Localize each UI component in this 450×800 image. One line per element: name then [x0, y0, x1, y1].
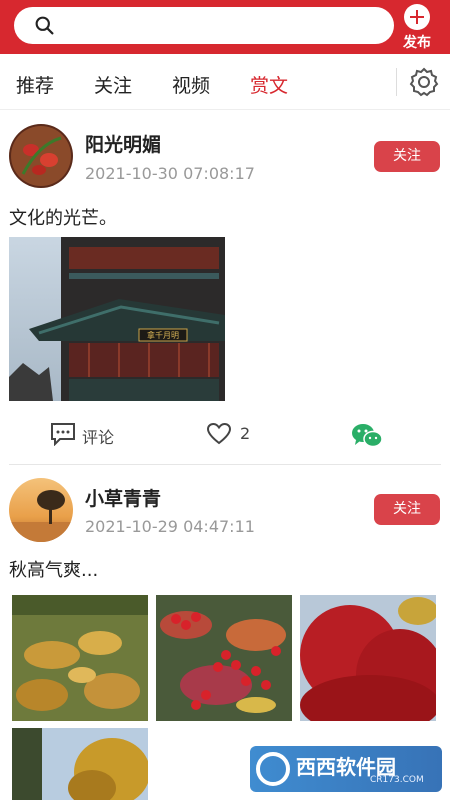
plaque-text: 拿千月明 [147, 330, 179, 340]
avatar[interactable] [9, 478, 73, 542]
divider [9, 464, 441, 465]
post-photo[interactable] [12, 595, 148, 721]
username[interactable]: 阳光明媚 [85, 130, 161, 157]
watermark-icon [256, 752, 290, 786]
post-card: 阳光明媚 2021-10-30 07:08:17 关注 文化的光芒。 拿千月明 [0, 110, 450, 466]
post-text: 秋高气爽... [9, 560, 99, 581]
post-photo[interactable]: 拿千月明 [9, 237, 225, 401]
username[interactable]: 小草青青 [85, 484, 161, 511]
post-photo[interactable] [12, 728, 148, 800]
tab-video[interactable]: 视频 [172, 71, 210, 98]
search-input[interactable] [14, 7, 394, 44]
comment-button[interactable]: 评论 [50, 422, 130, 450]
heart-icon [206, 422, 232, 445]
follow-button[interactable]: 关注 [374, 494, 440, 525]
post-time: 2021-10-30 07:08:17 [85, 164, 255, 183]
plus-icon [404, 4, 430, 30]
wechat-share-icon[interactable] [350, 422, 384, 450]
post-photo[interactable] [300, 595, 436, 721]
tab-divider [396, 68, 397, 96]
post-text: 文化的光芒。 [9, 208, 117, 229]
comment-icon [51, 423, 75, 446]
follow-button[interactable]: 关注 [374, 141, 440, 172]
like-button[interactable]: 2 [206, 422, 266, 450]
like-count: 2 [240, 424, 251, 443]
tab-bar: 推荐 关注 视频 赏文 [0, 54, 450, 110]
watermark-sub: CR173.COM [370, 775, 424, 785]
post-photo[interactable] [156, 595, 292, 721]
tab-following[interactable]: 关注 [94, 71, 132, 98]
post-time: 2021-10-29 04:47:11 [85, 517, 255, 536]
tab-articles[interactable]: 赏文 [250, 71, 288, 98]
tab-recommend[interactable]: 推荐 [16, 71, 54, 98]
avatar[interactable] [9, 124, 73, 188]
publish-label: 发布 [403, 35, 431, 51]
top-bar: 发布 [0, 0, 450, 54]
search-icon [35, 16, 54, 35]
publish-button[interactable]: 发布 [400, 2, 434, 52]
comment-label: 评论 [82, 428, 115, 447]
gear-icon[interactable] [408, 66, 440, 98]
watermark-logo: 西西软件园 CR173.COM [250, 746, 442, 792]
